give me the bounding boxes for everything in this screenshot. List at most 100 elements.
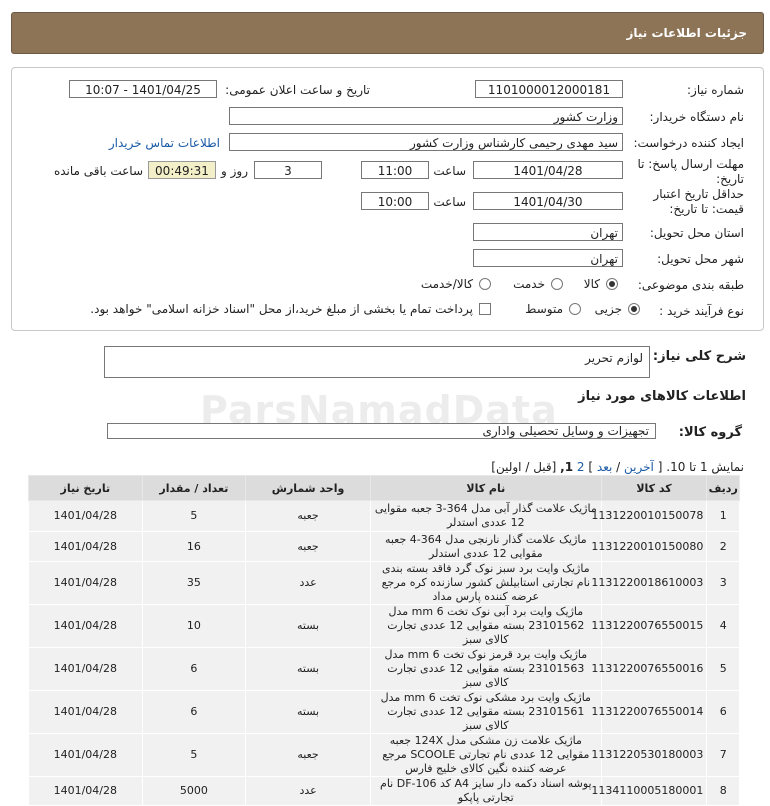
validity-label: حداقل تاریخ اعتبار [653,187,744,201]
treasury-payment-note: پرداخت تمام یا بخشی از مبلغ خرید،از محل … [90,302,473,316]
item-qty: 16 [141,531,247,562]
goods-section-title: اطلاعات کالاهای مورد نیاز [578,389,746,404]
table-row: 3 1131220018610003 ماژیک وایت برد سبز نوک … [28,561,740,605]
creator-label: ایجاد کننده درخواست: [633,136,744,150]
buyer-contact-link[interactable]: اطلاعات تماس خریدار [109,136,220,150]
process-radio-minor[interactable] [628,303,640,315]
city-field: تهران [473,249,623,267]
table-row: 5 1131220076550016 ماژیک وایت برد قرمز نوک… [28,647,740,691]
item-code: 1131220010150078 [591,500,708,532]
item-qty: 5 [141,733,247,777]
days-label: روز و [221,164,248,178]
process-radio-medium[interactable] [569,303,581,315]
deadline-date-field: 1401/04/28 [473,161,623,179]
treasury-payment-checkbox[interactable] [479,303,491,315]
item-name: پوشه اسناد دکمه دار سایز A4 کد DF-106 نا… [370,776,602,806]
col-date: تاریخ نیاز [28,475,143,501]
category-option-service: خدمت [513,277,545,291]
pager-prev-first: [قبل / اولین] [491,460,557,474]
item-name: ماژیک وایت برد مشکی نوک تخت 6 mm مدل 231… [370,690,602,734]
pager-showing: نمایش 1 تا 10. [666,460,744,474]
item-name: ماژیک وایت برد سبز نوک گرد فاقد بسته بند… [370,561,602,605]
item-name: ماژیک وایت برد آبی نوک تخت 6 mm مدل 2310… [370,604,602,648]
pager-page-1: 1, [560,460,574,474]
table-row: 6 1131220076550014 ماژیک وایت برد مشکی نوک… [28,690,740,734]
item-qty: 6 [141,690,247,734]
remaining-time-field: 00:49:31 [148,161,216,179]
item-qty: 6 [141,647,247,691]
item-qty: 5 [141,500,247,532]
validity-label-date: قیمت: تا تاریخ: [669,202,744,216]
item-date: 1401/04/28 [28,733,143,777]
validity-time-field: 10:00 [361,192,429,210]
process-option-minor: جزیی [594,302,622,316]
item-code: 1134110005180001 [591,776,708,806]
item-date: 1401/04/28 [28,500,143,532]
category-label: طبقه بندی موضوعی: [637,278,744,292]
table-row: 4 1131220076550015 ماژیک وایت برد آبی نوک … [28,604,740,648]
item-code: 1131220076550016 [591,647,708,691]
item-unit: بسته [245,647,371,691]
deadline-time-label: ساعت [433,164,466,178]
pager-last[interactable]: آخرین [624,460,654,474]
col-code: کد کالا [600,475,708,501]
item-date: 1401/04/28 [28,776,143,806]
city-label: شهر محل تحویل: [657,252,744,266]
row-number: 4 [706,604,740,648]
description-text: لوازم تحریر [585,351,643,365]
row-number: 6 [706,690,740,734]
item-unit: جعبه [245,733,371,777]
deadline-label-date: تاریخ: [716,172,744,186]
pager-page-2[interactable]: 2 [577,460,585,474]
item-name: ماژیک وایت برد قرمز نوک تخت 6 mm مدل 231… [370,647,602,691]
goods-group-value: تجهیزات و وسایل تحصیلی واداری [482,424,649,438]
item-qty: 10 [141,604,247,648]
validity-date-field: 1401/04/30 [473,192,623,210]
buyer-field: وزارت کشور [229,107,623,125]
item-name: ماژیک علامت گذار نارنجی مدل 364-4 جعبه م… [370,531,602,562]
goods-table: ردیف کد کالا نام کالا واحد شمارش تعداد /… [28,475,740,806]
col-name: نام کالا [370,475,602,501]
goods-group-label: گروه کالا: [678,425,742,440]
pager: نمایش 1 تا 10. [ آخرین / بعد ] 2 1, [قبل… [491,460,744,474]
row-number: 5 [706,647,740,691]
category-option-goods: کالا [583,277,600,291]
item-unit: عدد [245,776,371,806]
table-row: 2 1131220010150080 ماژیک علامت گذار نارنجی… [28,531,740,562]
item-code: 1131220076550015 [591,604,708,648]
page-title: جزئیات اطلاعات نیاز [626,26,747,40]
announce-label: تاریخ و ساعت اعلان عمومی: [225,83,370,97]
process-label: نوع فرآیند خرید : [659,304,744,318]
row-number: 8 [706,776,740,806]
deadline-label: مهلت ارسال پاسخ: تا [637,157,744,171]
category-radio-service[interactable] [551,278,563,290]
pager-next[interactable]: بعد [597,460,612,474]
item-unit: بسته [245,604,371,648]
item-unit: جعبه [245,531,371,562]
description-box: لوازم تحریر [104,346,650,378]
item-date: 1401/04/28 [28,647,143,691]
need-number-label: شماره نیاز: [687,83,744,97]
item-name: ماژیک علامت زن مشکی مدل 124X جعبه مقوایی… [370,733,602,777]
item-date: 1401/04/28 [28,604,143,648]
item-code: 1131220530180003 [591,733,708,777]
col-row: ردیف [706,475,740,501]
col-unit: واحد شمارش [245,475,371,501]
row-number: 2 [706,531,740,562]
days-field: 3 [254,161,322,179]
item-unit: عدد [245,561,371,605]
deadline-time-field: 11:00 [361,161,429,179]
category-radio-goods-service[interactable] [479,278,491,290]
item-code: 1131220010150080 [591,531,708,562]
creator-field: سید مهدی رحیمی کارشناس وزارت کشور [229,133,623,151]
announce-field: 1401/04/25 - 10:07 [69,80,217,98]
process-option-medium: متوسط [525,302,563,316]
col-qty: تعداد / مقدار [141,475,247,501]
item-name: ماژیک علامت گذار آبی مدل 364-3 جعبه مقوا… [370,500,602,532]
row-number: 1 [706,500,740,532]
table-row: 8 1134110005180001 پوشه اسناد دکمه دار سای… [28,776,740,806]
item-date: 1401/04/28 [28,561,143,605]
province-label: استان محل تحویل: [649,226,744,240]
category-radio-goods[interactable] [606,278,618,290]
item-date: 1401/04/28 [28,690,143,734]
